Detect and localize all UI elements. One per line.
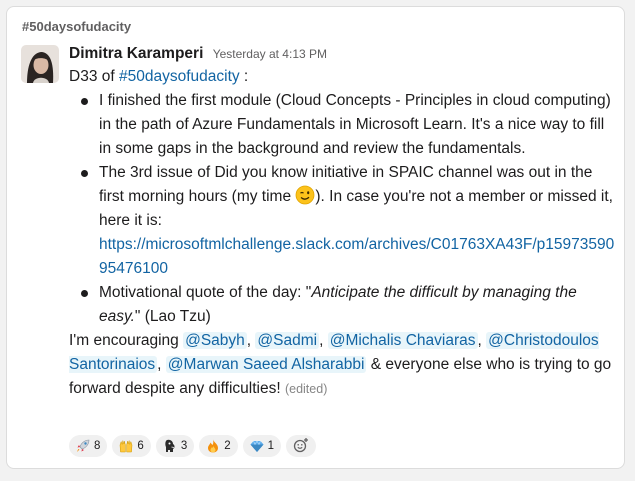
hashtag-link[interactable]: #50daysofudacity [119,68,240,85]
raised-hands-icon [119,439,133,453]
channel-name[interactable]: #50daysofudacity [22,19,131,34]
intro-suffix: : [239,68,249,85]
bullet-3-suffix: " (Lao Tzu) [134,308,211,325]
mention-marwan-saeed-alsharabbi[interactable]: @Marwan Saeed Alsharabbi [165,356,367,373]
intro-line: D33 of #50daysofudacity : [69,65,617,89]
reactions-bar: 8 6 3 2 1 [69,435,321,457]
message-body: Dimitra Karamperi Yesterday at 4:13 PM D… [69,43,617,401]
reaction-gem[interactable]: 1 [242,435,282,457]
mascot-icon [163,439,177,453]
winking-face-icon [295,185,315,205]
add-reaction-button[interactable] [286,435,317,457]
bullet-1-text: I finished the first module (Cloud Conce… [99,92,611,157]
mention-sadmi[interactable]: @Sadmi [255,332,320,349]
reaction-rocket-count: 8 [94,440,101,452]
bullet-item-2: The 3rd issue of Did you know initiative… [81,161,617,281]
bullet-3-prefix: Motivational quote of the day: " [99,284,312,301]
reaction-raised-hands[interactable]: 6 [112,435,151,457]
closing-paragraph: I'm encouraging @Sabyh, @Sadmi, @Michali… [69,332,612,397]
message-timestamp[interactable]: Yesterday at 4:13 PM [213,47,327,61]
edited-label: (edited) [284,382,328,396]
author-name[interactable]: Dimitra Karamperi [69,45,203,62]
gem-icon [250,439,264,453]
reaction-fire[interactable]: 2 [199,435,238,457]
reaction-gem-count: 1 [267,440,275,452]
fire-icon [206,439,220,453]
reaction-mascot-count: 3 [180,440,188,452]
bullet-item-3: Motivational quote of the day: "Anticipa… [81,281,617,329]
reaction-raised-hands-count: 6 [137,440,144,452]
intro-prefix: D33 of [69,68,119,85]
archive-link[interactable]: https://microsoftmlchallenge.slack.com/a… [99,236,614,277]
closing-prefix: I'm encouraging [69,332,184,349]
mention-michalis-chaviaras[interactable]: @Michalis Chaviaras [327,332,478,349]
rocket-icon [76,439,90,453]
avatar[interactable] [21,45,59,83]
mention-sabyh[interactable]: @Sabyh [183,332,247,349]
message-header: Dimitra Karamperi Yesterday at 4:13 PM [69,43,617,65]
reaction-fire-count: 2 [224,440,231,452]
bullet-list: I finished the first module (Cloud Conce… [69,89,617,329]
message-card: #50daysofudacity Dimitra Karamperi Yeste… [6,6,625,469]
bullet-item-1: I finished the first module (Cloud Conce… [81,89,617,161]
add-reaction-icon [293,437,309,456]
reaction-rocket[interactable]: 8 [69,435,108,457]
reaction-mascot[interactable]: 3 [155,435,195,457]
